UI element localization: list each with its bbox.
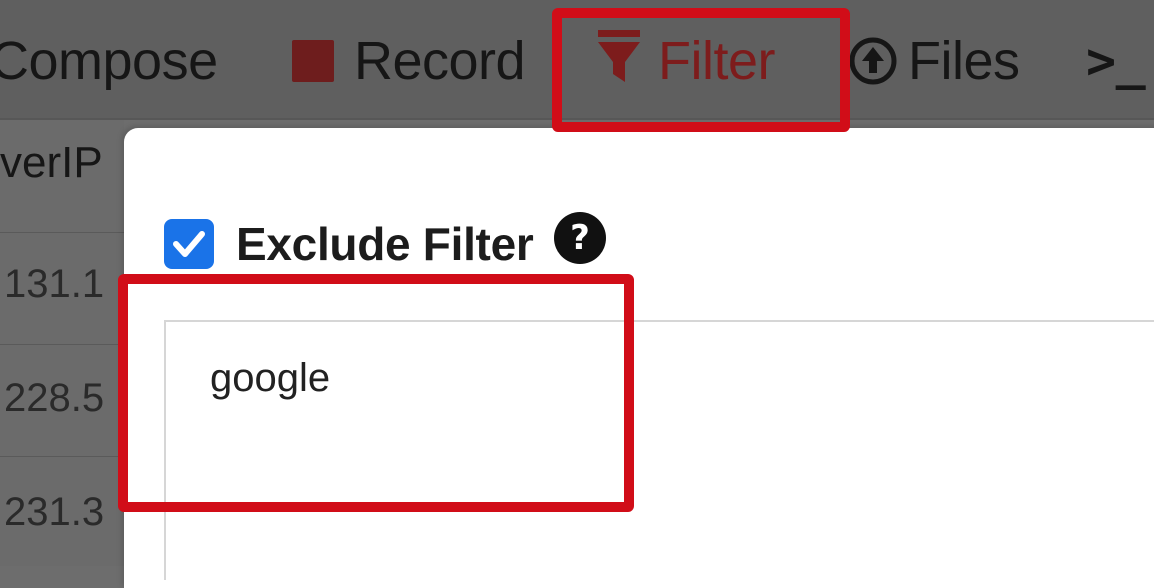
- files-label: Files: [908, 31, 1020, 91]
- table-cell: 228.5: [4, 376, 105, 420]
- compose-button[interactable]: Compose: [0, 26, 218, 96]
- row-divider: [0, 232, 124, 233]
- compose-label: Compose: [0, 31, 218, 91]
- exclude-filter-row: Exclude Filter ?: [164, 211, 607, 274]
- filter-input-highlight: [118, 274, 634, 512]
- table-cell: 231.3: [4, 490, 105, 534]
- console-button[interactable]: >_: [1086, 26, 1146, 96]
- svg-text:?: ?: [571, 218, 591, 258]
- table-cell: 131.1: [4, 262, 105, 306]
- record-label: Record: [354, 31, 526, 91]
- console-icon: >_: [1086, 32, 1146, 90]
- filter-button-highlight: [552, 8, 850, 132]
- row-divider: [0, 456, 124, 457]
- help-icon[interactable]: ?: [553, 211, 607, 265]
- exclude-filter-label: Exclude Filter: [236, 218, 534, 270]
- table-column-header: verIP: [0, 138, 103, 187]
- record-icon: [292, 40, 334, 82]
- files-button[interactable]: Files: [848, 26, 1020, 96]
- upload-circle-icon: [849, 37, 897, 85]
- row-divider: [0, 344, 124, 345]
- record-button[interactable]: Record: [292, 26, 526, 96]
- exclude-filter-checkbox[interactable]: [164, 219, 214, 269]
- checkmark-icon: [173, 231, 205, 257]
